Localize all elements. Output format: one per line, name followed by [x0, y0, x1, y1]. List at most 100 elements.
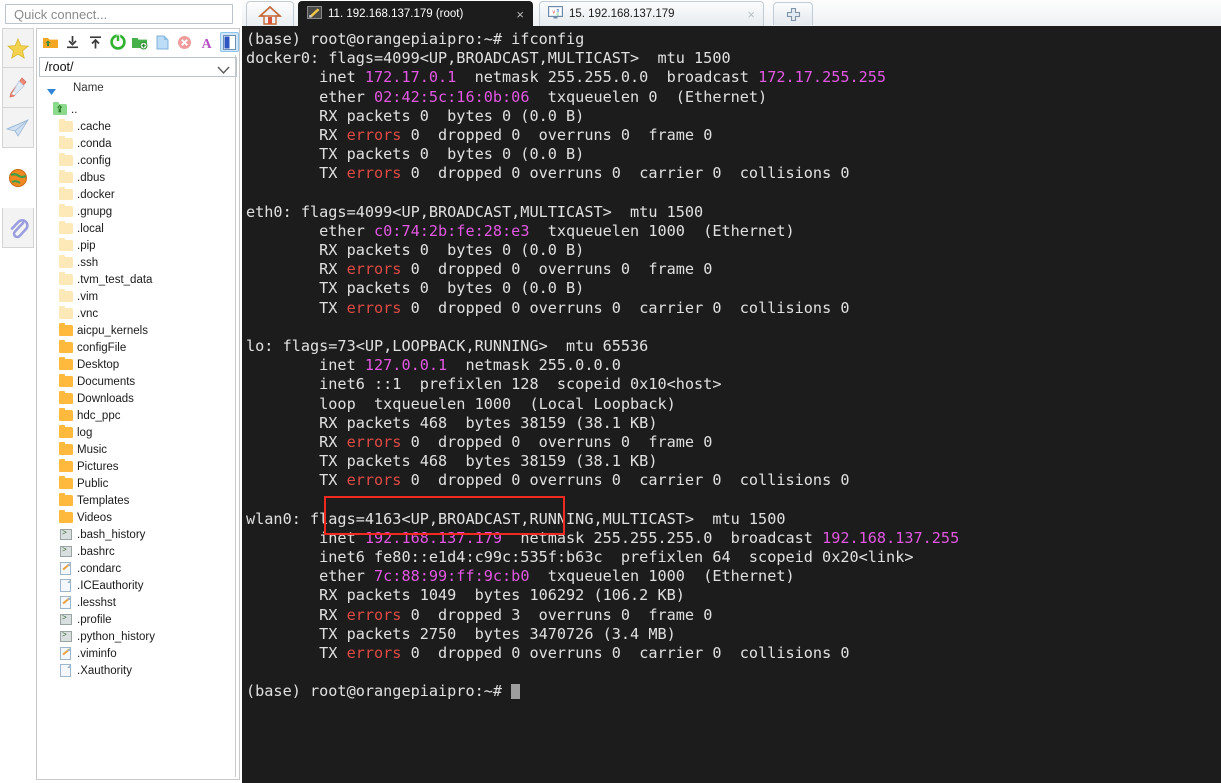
terminal-output[interactable]: (base) root@orangepiaipro:~# ifconfig doc…	[242, 26, 1221, 783]
list-item-label: .profile	[77, 613, 112, 626]
list-item[interactable]: configFile	[39, 339, 237, 356]
path-combobox[interactable]: /root/	[39, 57, 237, 77]
list-item[interactable]: .local	[39, 220, 237, 237]
terminal-text: ether	[246, 567, 375, 586]
terminal-ip-value: 192.168.137.179	[364, 528, 503, 547]
send-icon[interactable]	[2, 108, 34, 148]
list-item[interactable]: .profile	[39, 611, 237, 628]
list-item[interactable]: .tvm_test_data	[39, 271, 237, 288]
list-item-label: Videos	[77, 511, 112, 524]
list-item[interactable]: .config	[39, 152, 237, 169]
tab-close-icon[interactable]: ×	[747, 8, 755, 21]
list-item[interactable]: .python_history	[39, 628, 237, 645]
list-item[interactable]: .ICEauthority	[39, 577, 237, 594]
hidden-folder-icon	[59, 306, 73, 320]
list-item[interactable]: .ssh	[39, 254, 237, 271]
list-item[interactable]: .gnupg	[39, 203, 237, 220]
home-tab[interactable]	[246, 1, 294, 27]
new-tab-button[interactable]	[773, 2, 813, 25]
favorites-icon[interactable]	[2, 28, 34, 68]
list-item[interactable]: .dbus	[39, 169, 237, 186]
list-item[interactable]: Pictures	[39, 458, 237, 475]
tab-session-ssh[interactable]: 11. 192.168.137.179 (root) ×	[298, 1, 533, 26]
terminal-line: ether c0:74:2b:fe:28:e3 txqueuelen 1000 …	[246, 222, 1221, 241]
quick-connect-input[interactable]: Quick connect...	[5, 4, 233, 24]
terminal-text: RX packets 1049 bytes 106292 (106.2 KB)	[246, 586, 685, 605]
column-header-name[interactable]: Name	[73, 82, 104, 94]
folder-icon	[59, 357, 73, 371]
terminal-cursor	[511, 684, 521, 700]
chevron-down-icon[interactable]	[217, 62, 230, 81]
list-item[interactable]: .vim	[39, 288, 237, 305]
list-item[interactable]: .cache	[39, 118, 237, 135]
list-item[interactable]: Music	[39, 441, 237, 458]
list-item-label: .viminfo	[77, 647, 117, 660]
list-item-label: Pictures	[77, 460, 119, 473]
terminal-ip-value: 02:42:5c:16:0b:06	[374, 87, 530, 106]
list-item[interactable]: .pip	[39, 237, 237, 254]
list-item[interactable]: .vnc	[39, 305, 237, 322]
folder-up-icon: ⇪	[53, 102, 67, 116]
terminal-text: TX packets 468 bytes 38159 (38.1 KB)	[246, 452, 658, 471]
list-item-label: Documents	[77, 375, 136, 388]
list-item[interactable]: Templates	[39, 492, 237, 509]
refresh-button[interactable]	[108, 32, 127, 52]
list-item[interactable]: .conda	[39, 135, 237, 152]
script-file-icon	[59, 613, 73, 626]
parent-folder-button[interactable]	[41, 32, 60, 52]
list-item[interactable]: Public	[39, 475, 237, 492]
terminal-text: netmask 255.255.255.0 broadcast	[502, 528, 823, 547]
new-folder-button[interactable]	[130, 32, 149, 52]
delete-button[interactable]	[175, 32, 194, 52]
terminal-text: 0 dropped 0 overruns 0 frame 0	[401, 432, 713, 451]
terminal-line: RX packets 468 bytes 38159 (38.1 KB)	[246, 414, 1221, 433]
attach-icon[interactable]	[2, 208, 34, 248]
list-item[interactable]: Desktop	[39, 356, 237, 373]
terminal-text: txqueuelen 0 (Ethernet)	[529, 87, 768, 106]
list-item[interactable]: Downloads	[39, 390, 237, 407]
terminal-line: RX errors 0 dropped 0 overruns 0 frame 0	[246, 433, 1221, 452]
list-item[interactable]: .lesshst	[39, 594, 237, 611]
text-edit-button[interactable]: A	[197, 32, 216, 52]
list-item[interactable]: .docker	[39, 186, 237, 203]
new-file-button[interactable]	[153, 32, 172, 52]
mobaxterm-window: Quick connect... A /root/ Name ⇪ .. .cac…	[0, 0, 1221, 783]
list-item[interactable]: ⇪..	[39, 101, 237, 118]
terminal-line: eth0: flags=4099<UP,BROADCAST,MULTICAST>…	[246, 203, 1221, 222]
terminal-line: inet 192.168.137.179 netmask 255.255.255…	[246, 529, 1221, 548]
rail-spacer-2	[2, 198, 34, 208]
terminal-text: TX packets 0 bytes 0 (0.0 B)	[246, 279, 585, 298]
list-item-label: .ssh	[77, 256, 99, 269]
list-item[interactable]: .condarc	[39, 560, 237, 577]
tab-session-vnc[interactable]: v n c 15. 192.168.137.179 ×	[539, 1, 764, 26]
terminal-error-keyword: errors	[346, 298, 402, 317]
list-item[interactable]: .Xauthority	[39, 662, 237, 679]
list-item[interactable]: log	[39, 424, 237, 441]
list-item[interactable]: aicpu_kernels	[39, 322, 237, 339]
terminal-error-keyword: errors	[346, 471, 402, 490]
hidden-folder-icon	[59, 289, 73, 303]
list-item[interactable]: .bash_history	[39, 526, 237, 543]
list-item[interactable]: hdc_ppc	[39, 407, 237, 424]
list-item[interactable]: Videos	[39, 509, 237, 526]
list-item[interactable]: .viminfo	[39, 645, 237, 662]
tab-close-icon[interactable]: ×	[516, 8, 524, 21]
column-header-row: Name	[39, 81, 237, 99]
terminal-text: docker0: flags=4099<UP,BROADCAST,MULTICA…	[246, 49, 731, 68]
file-icon	[59, 579, 73, 592]
refresh-icon	[109, 34, 126, 50]
hidden-folder-icon	[59, 153, 73, 167]
globe-icon[interactable]	[2, 158, 34, 198]
file-list[interactable]: ⇪.. .cache .conda .config .dbus .docker .gnupg…	[39, 101, 237, 777]
folder-icon	[59, 459, 73, 473]
toggle-panel-button[interactable]	[219, 32, 240, 52]
download-button[interactable]	[63, 32, 82, 52]
upload-button[interactable]	[86, 32, 105, 52]
tools-icon[interactable]	[2, 68, 34, 108]
sort-descending-icon[interactable]	[47, 86, 56, 98]
list-item[interactable]: .bashrc	[39, 543, 237, 560]
terminal-line: loop txqueuelen 1000 (Local Loopback)	[246, 395, 1221, 414]
terminal-text: 0 dropped 0 overruns 0 carrier 0 collisi…	[401, 471, 850, 490]
list-item[interactable]: Documents	[39, 373, 237, 390]
